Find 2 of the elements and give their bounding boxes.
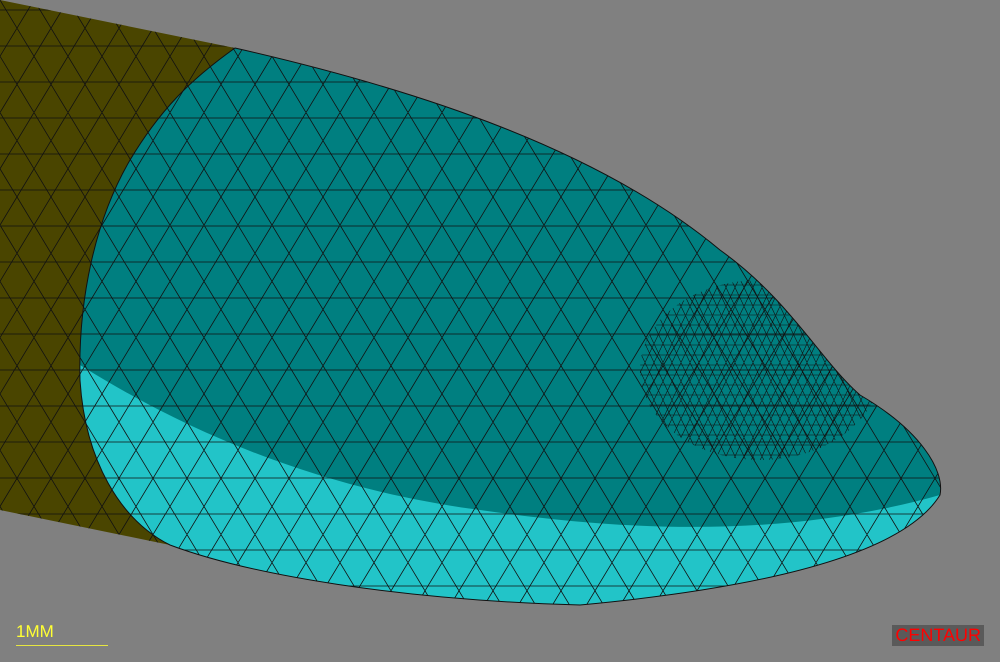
logo-text: CENTAUR — [892, 625, 984, 646]
scale-bar-label: 1MM — [16, 623, 55, 643]
